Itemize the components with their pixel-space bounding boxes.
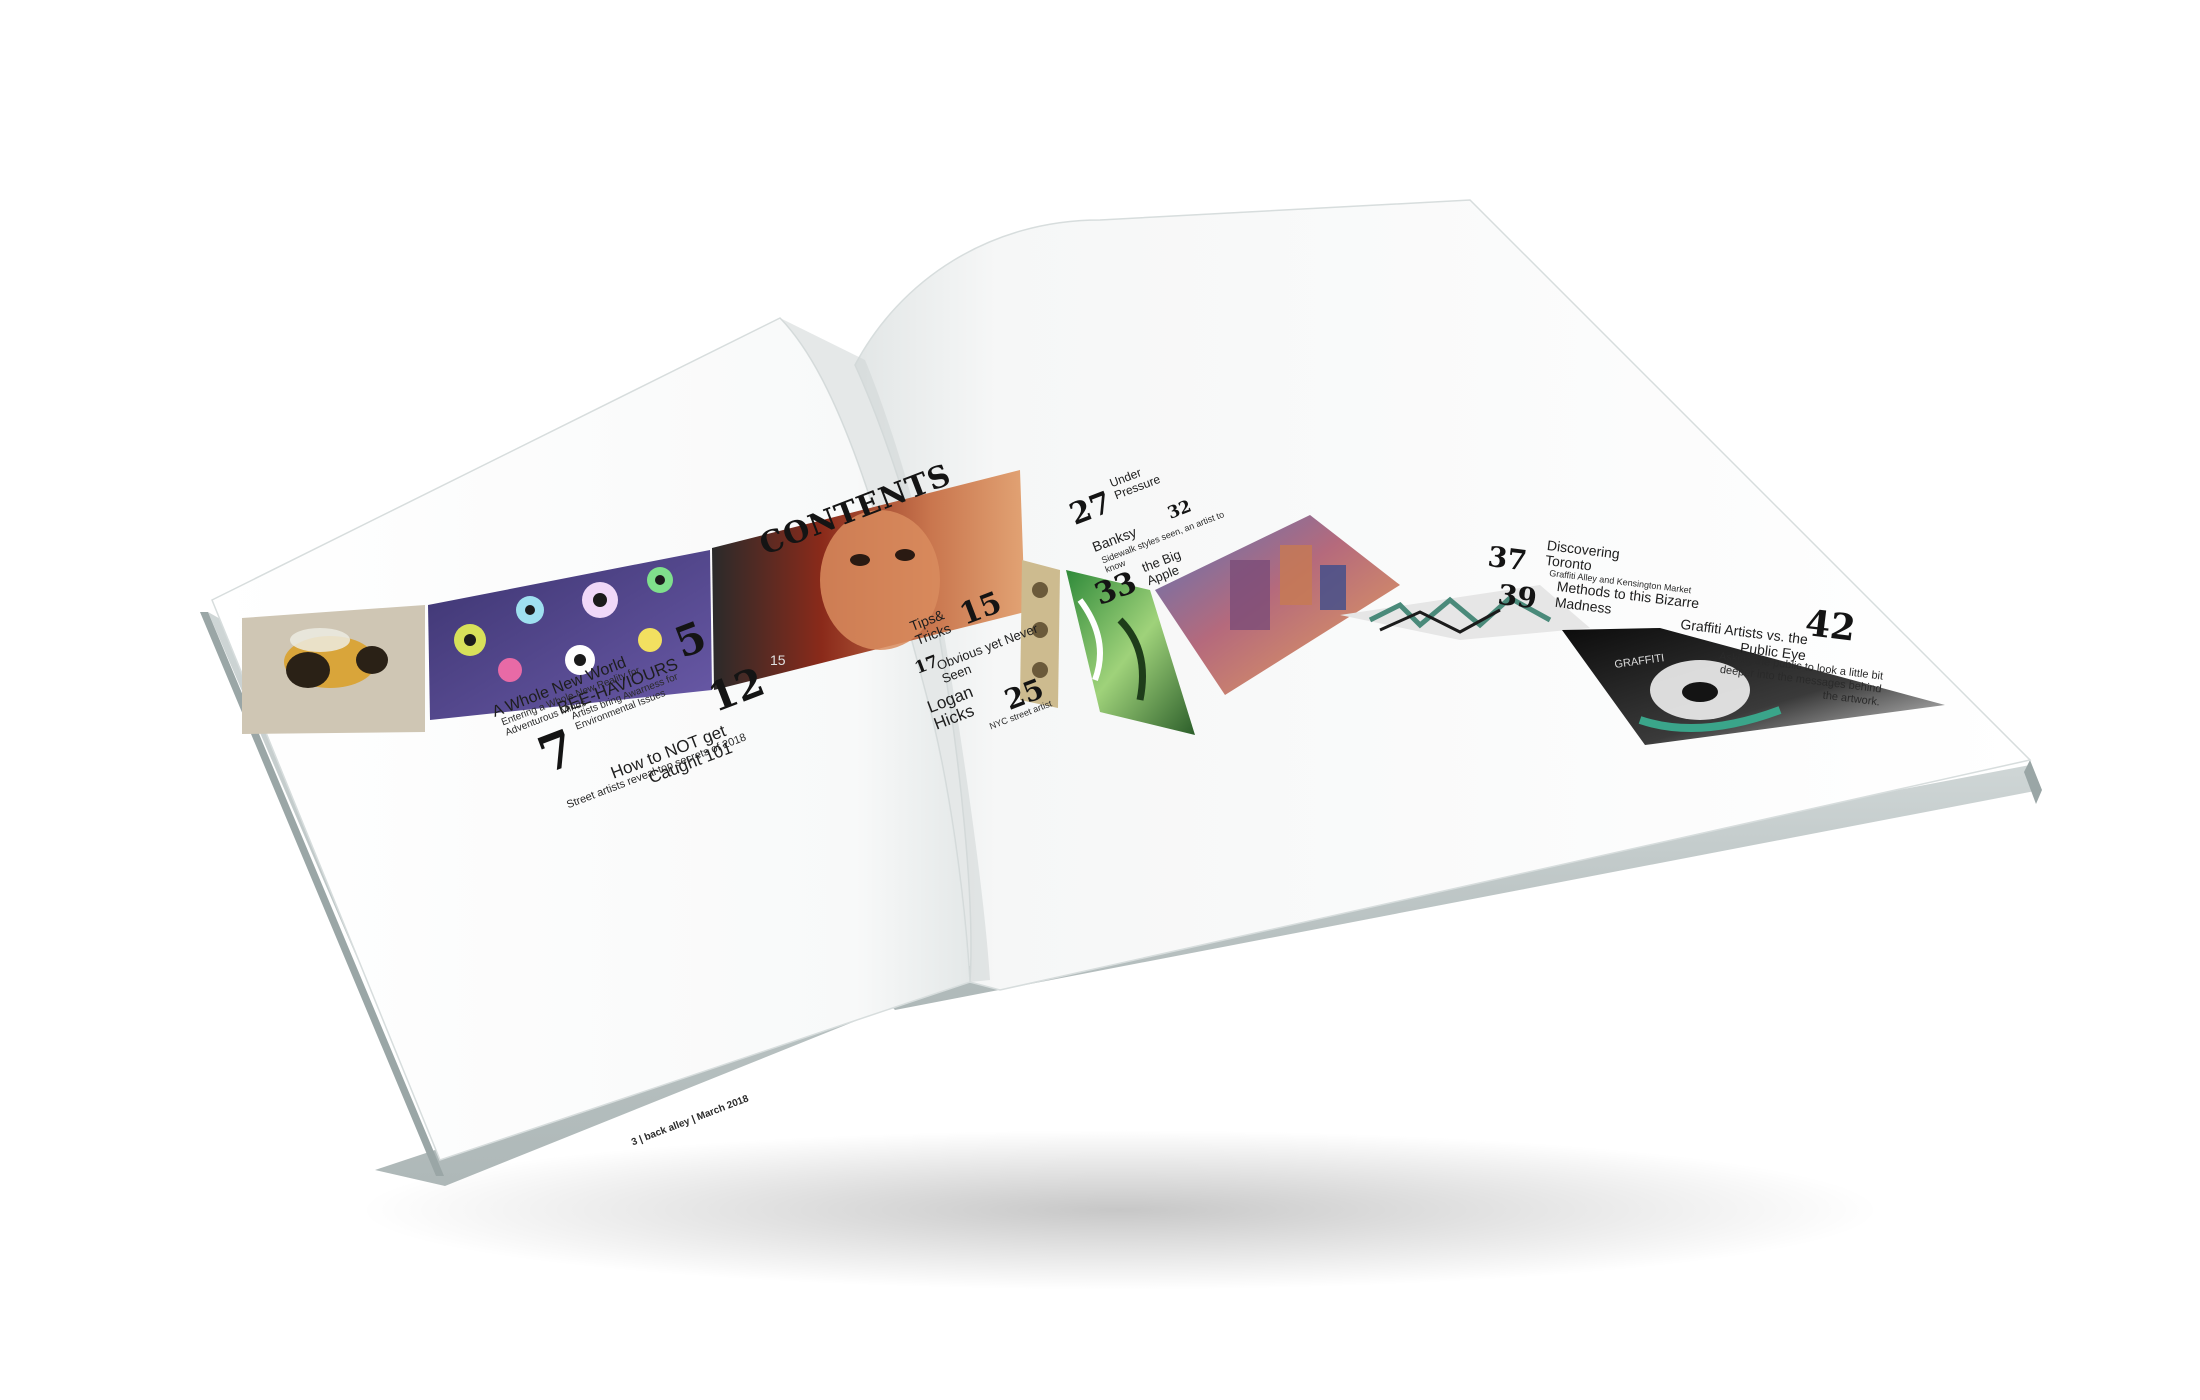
scene: 15 GRAFFITI CONTENTS A Whole New World E… — [0, 0, 2200, 1400]
entry-num-39: 39 — [1495, 578, 1539, 616]
entry-num-42: 42 — [1802, 602, 1858, 650]
drop-shadow — [360, 1130, 1880, 1290]
entry-num-37: 37 — [1485, 540, 1529, 578]
photo-bee-mural — [242, 605, 425, 734]
photo-label-15: 15 — [770, 652, 786, 668]
